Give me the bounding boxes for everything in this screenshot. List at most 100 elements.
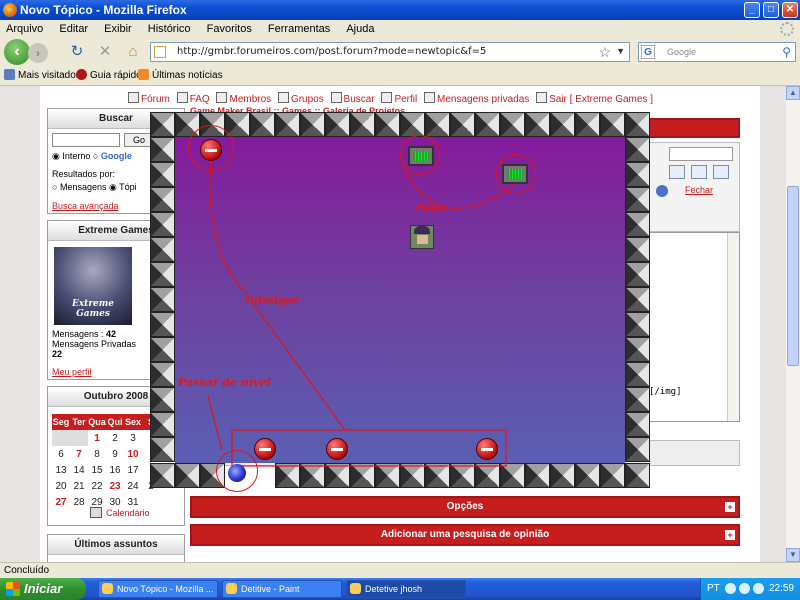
next-level-portal [228,464,246,482]
start-button[interactable]: Iniciar [0,578,86,600]
advanced-search-link[interactable]: Busca avançada [52,201,119,211]
close-link[interactable]: Fechar [685,185,713,195]
language-indicator[interactable]: PT [707,583,720,594]
radio-interno[interactable]: Interno [62,151,90,161]
textarea-scrollbar[interactable] [727,233,739,421]
bookmark-ultimas-noticias[interactable]: Últimas notícias [138,69,223,81]
wall-block [275,112,300,137]
task-paint[interactable]: Detitive - Paint [222,580,342,598]
tray-icon[interactable] [739,583,750,594]
wall-block [400,112,425,137]
wall-block [150,137,175,162]
calendar-link[interactable]: Calendário [90,507,180,518]
my-profile-link[interactable]: Meu perfil [52,367,92,377]
link-mensagens-privadas[interactable]: Mensagens privadas [424,94,529,105]
avatar-caption: Extreme Games [71,299,115,319]
bookmark-guia-rapido[interactable]: Guia rápido [76,69,142,81]
bookmark-star-icon[interactable]: ☆ [598,44,611,61]
address-url[interactable]: http://gmbr.forumeiros.com/post.forum?mo… [177,46,486,57]
editor-field[interactable] [669,147,733,161]
link-buscar[interactable]: Buscar [331,94,375,105]
calendar-cell [52,430,70,446]
chat-icon[interactable] [669,165,685,179]
avatar[interactable]: Extreme Games [54,247,132,325]
close-button[interactable]: ✕ [782,2,798,18]
wall-block [450,112,475,137]
menu-favoritos[interactable]: Favoritos [207,20,252,38]
windows-taskbar: Iniciar Novo Tópico - Mozilla ... Detiti… [0,578,800,600]
wall-block [625,437,650,462]
calendar-cell[interactable]: 27 [52,494,70,510]
table-icon[interactable] [713,165,729,179]
radio-mensagens[interactable]: Mensagens [60,182,107,192]
wall-block [350,112,375,137]
chevron-down-icon[interactable]: ▼ [616,46,625,56]
latest-topics-panel: Últimos assuntos [47,534,185,562]
minimize-button[interactable]: _ [744,2,760,18]
wall-block [400,463,425,488]
google-engine-icon[interactable]: G [641,45,655,59]
wall-block [475,463,500,488]
search-input[interactable]: G Google ⚲ [638,42,796,62]
enemy-sprite [254,438,276,460]
task-detetive-jhosh[interactable]: Detetive jhosh [346,580,466,598]
wall-block [150,287,175,312]
menu-ferramentas[interactable]: Ferramentas [268,20,330,38]
bookmark-mais-visitados[interactable]: Mais visitados [4,69,81,81]
expand-icon[interactable]: + [725,502,735,512]
maximize-button[interactable]: □ [763,2,779,18]
radio-topicos[interactable]: Tópi [119,182,137,192]
scroll-down-icon[interactable]: ▼ [786,548,800,562]
game-arena [175,137,625,463]
radio-google[interactable]: Google [101,151,132,161]
menu-editar[interactable]: Editar [59,20,88,38]
link-sair[interactable]: Sair [ Extreme Games ] [536,94,653,105]
forum-top-links: Fórum FAQ Membros Grupos Buscar Perfil M… [128,92,657,105]
results-type: ○ Mensagens ◉ Tópi [52,182,137,192]
tray-icon[interactable] [725,583,736,594]
home-icon[interactable]: ⌂ [124,43,142,61]
calendar-cell[interactable]: 7 [70,446,88,462]
page-scrollbar[interactable]: ▲ ▼ [786,86,800,562]
volume-icon[interactable] [753,583,764,594]
reload-icon[interactable]: ↻ [68,43,86,61]
menu-arquivo[interactable]: Arquivo [6,20,43,38]
link-membros[interactable]: Membros [216,94,271,105]
wall-block [625,312,650,337]
task-firefox[interactable]: Novo Tópico - Mozilla ... [98,580,218,598]
menu-historico[interactable]: Histórico [148,20,191,38]
wall-block [150,337,175,362]
link-faq[interactable]: FAQ [177,94,210,105]
calendar-cell [70,430,88,446]
html-icon[interactable] [691,165,707,179]
calendar-cell: 24 [127,480,139,492]
calendar-cell[interactable]: 10 [124,446,142,462]
scroll-up-icon[interactable]: ▲ [786,86,800,100]
wall-block [525,463,550,488]
scroll-thumb[interactable] [787,186,799,366]
expand-icon[interactable]: + [725,530,735,540]
stop-icon[interactable]: ✕ [96,43,114,61]
calendar-cell[interactable]: 23 [106,478,124,494]
link-forum[interactable]: Fórum [128,94,170,105]
link-perfil[interactable]: Perfil [381,94,417,105]
forum-search-input[interactable] [52,133,120,147]
forward-button[interactable]: › [28,43,48,63]
help-icon[interactable] [656,185,668,197]
menu-exibir[interactable]: Exibir [104,20,132,38]
menu-ajuda[interactable]: Ajuda [346,20,374,38]
link-grupos[interactable]: Grupos [278,94,324,105]
options-section[interactable]: Opções + [190,496,740,518]
message-text-tail: [/img] [649,387,682,397]
wall-block [625,262,650,287]
address-bar[interactable]: http://gmbr.forumeiros.com/post.forum?mo… [150,42,630,62]
back-button[interactable]: ‹ [4,39,30,65]
calendar-cell: 17 [127,464,139,476]
wall-block [425,112,450,137]
search-icon[interactable]: ⚲ [782,45,791,59]
calendar-cell[interactable]: 1 [88,430,106,446]
calendar-day-header: Seg [52,414,70,430]
calendar-cell: 20 [55,480,67,492]
poll-section[interactable]: Adicionar uma pesquisa de opinião + [190,524,740,546]
wall-block [625,237,650,262]
